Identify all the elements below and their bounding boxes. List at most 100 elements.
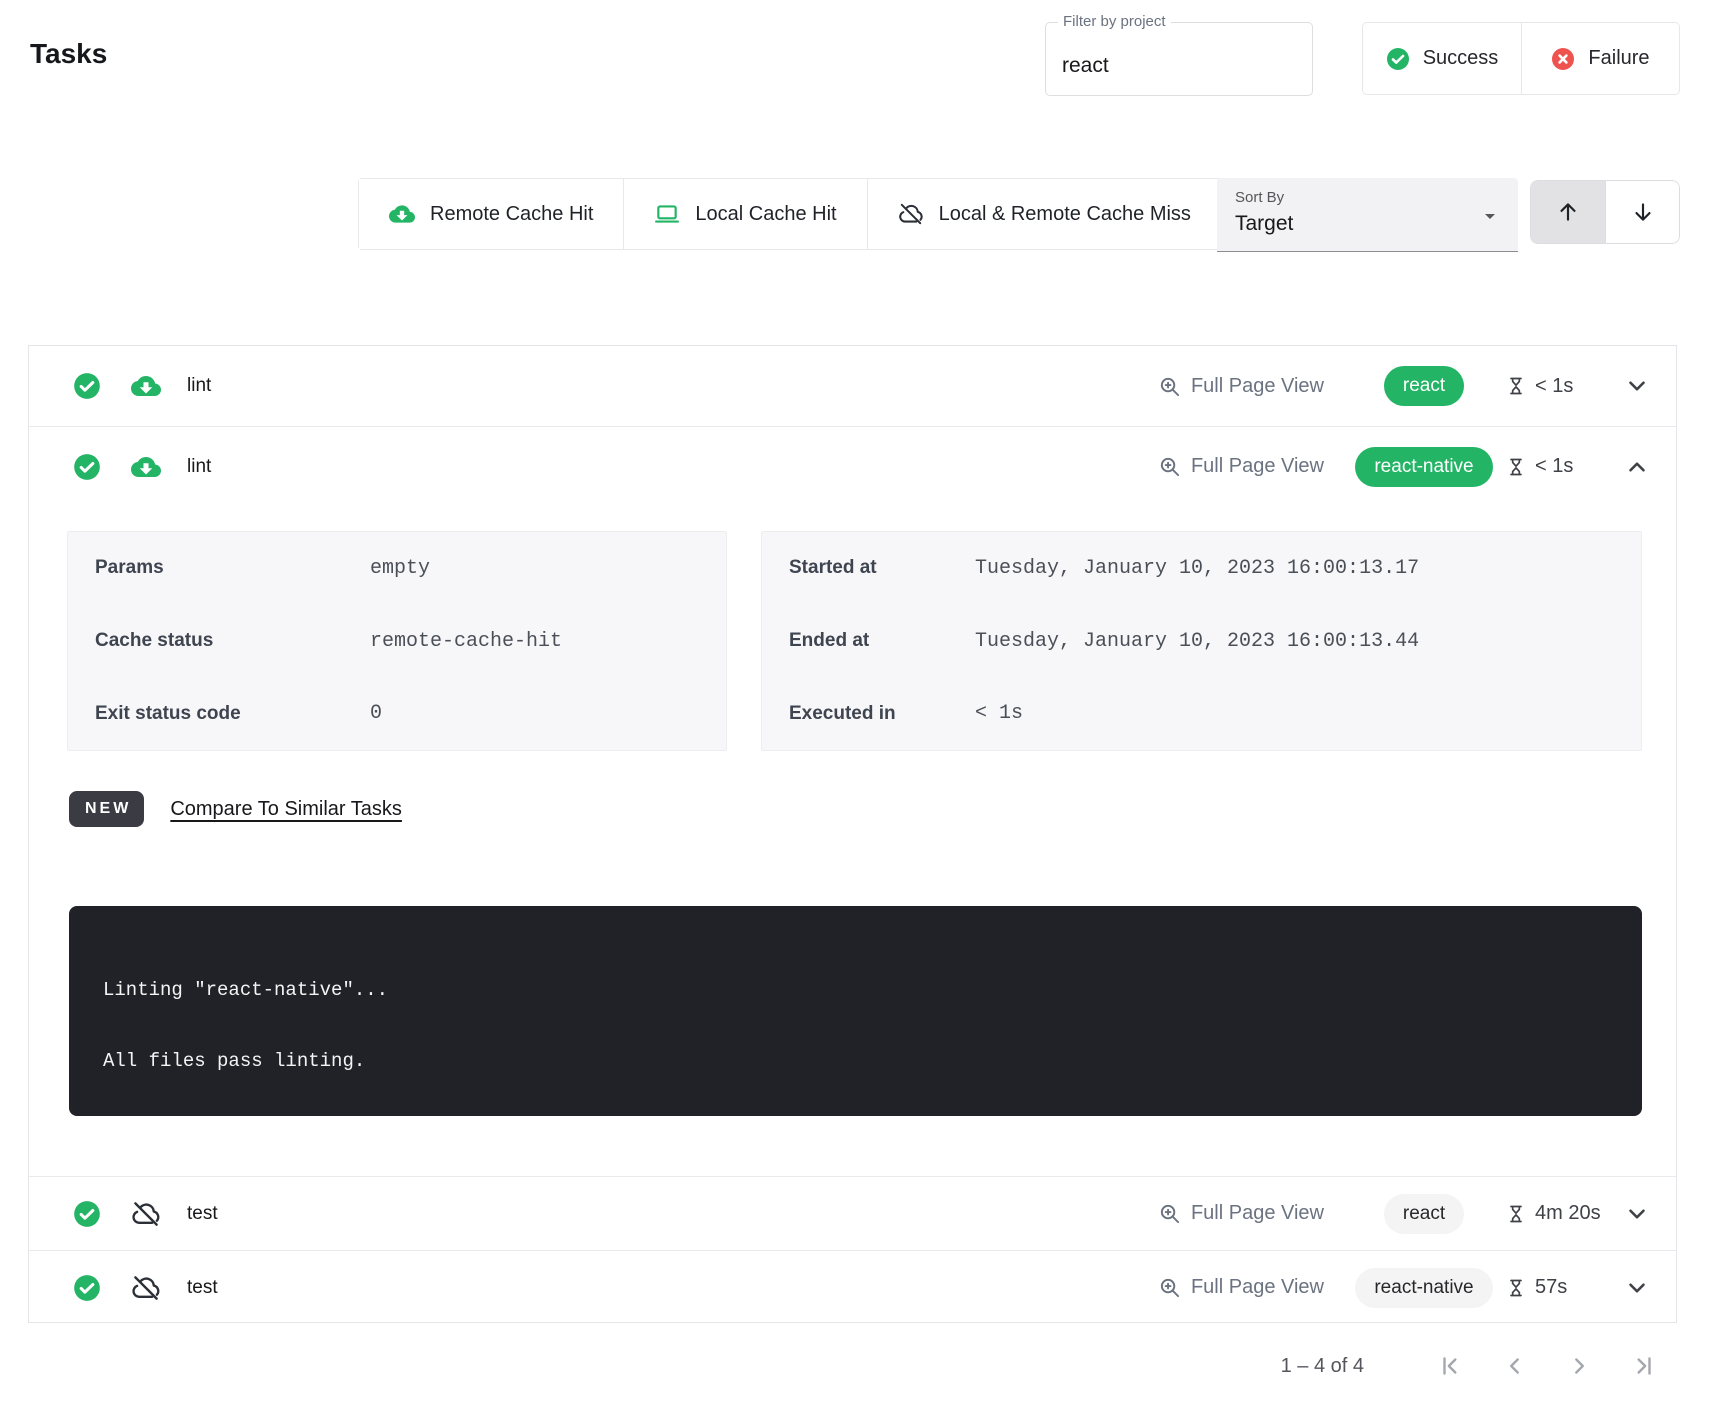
cloud-off-icon (131, 1273, 161, 1303)
sort-descending-button[interactable] (1605, 181, 1679, 243)
task-row-test-react[interactable]: test Full Page View react 4m 20s (29, 1176, 1676, 1250)
project-badge: react-native (1355, 447, 1492, 487)
cache-status-value: remote-cache-hit (370, 630, 562, 653)
project-filter-label: Filter by project (1058, 13, 1171, 30)
task-duration: < 1s (1506, 455, 1624, 478)
expand-row-button[interactable] (1624, 1275, 1650, 1301)
cache-miss-label: Local & Remote Cache Miss (939, 203, 1191, 226)
cache-miss-filter-button[interactable]: Local & Remote Cache Miss (867, 179, 1221, 249)
task-detail-panel-left: Params empty Cache status remote-cache-h… (67, 531, 727, 751)
check-circle-icon (73, 1274, 101, 1302)
full-page-view-link[interactable]: Full Page View (1158, 1276, 1324, 1299)
laptop-icon (654, 201, 680, 227)
failure-filter-label: Failure (1588, 47, 1649, 70)
cloud-download-icon (131, 452, 161, 482)
chevron-down-icon (1624, 373, 1650, 399)
caret-down-icon (1478, 204, 1502, 228)
pagination-range: 1 – 4 of 4 (1281, 1355, 1364, 1378)
task-expanded-details: Params empty Cache status remote-cache-h… (29, 506, 1676, 1176)
local-cache-hit-filter-button[interactable]: Local Cache Hit (623, 179, 866, 249)
terminal-line: Linting "react-native"... (103, 978, 1608, 1002)
project-badge-box: react (1354, 1194, 1494, 1234)
arrow-down-icon (1630, 199, 1656, 225)
expand-row-button[interactable] (1624, 1201, 1650, 1227)
cloud-off-icon (131, 1199, 161, 1229)
first-page-button[interactable] (1438, 1353, 1464, 1379)
hourglass-icon (1506, 457, 1526, 477)
full-page-view-label: Full Page View (1191, 455, 1324, 478)
exit-code-value: 0 (370, 702, 382, 725)
full-page-view-label: Full Page View (1191, 1276, 1324, 1299)
task-row-right: Full Page View react < 1s (1158, 366, 1676, 406)
exit-code-label: Exit status code (68, 703, 370, 725)
task-detail-panel-right: Started at Tuesday, January 10, 2023 16:… (761, 531, 1642, 751)
full-page-view-link[interactable]: Full Page View (1158, 375, 1324, 398)
task-duration-value: < 1s (1535, 375, 1573, 398)
first-page-icon (1438, 1353, 1464, 1379)
cloud-download-icon (389, 201, 415, 227)
failure-filter-button[interactable]: Failure (1521, 23, 1679, 94)
zoom-in-icon (1158, 375, 1181, 398)
project-badge: react-native (1355, 1268, 1492, 1308)
zoom-in-icon (1158, 1276, 1181, 1299)
params-label: Params (68, 557, 370, 579)
task-list: lint Full Page View react < 1s (28, 345, 1677, 1323)
project-badge: react (1384, 366, 1464, 406)
previous-page-button[interactable] (1502, 1353, 1528, 1379)
ended-at-value: Tuesday, January 10, 2023 16:00:13.44 (975, 630, 1419, 653)
task-row-lint-react[interactable]: lint Full Page View react < 1s (29, 346, 1676, 426)
detail-row-ended-at: Ended at Tuesday, January 10, 2023 16:00… (762, 605, 1641, 678)
x-circle-icon (1551, 47, 1575, 71)
check-circle-icon (73, 372, 101, 400)
executed-in-value: < 1s (975, 702, 1023, 725)
task-row-right: Full Page View react-native < 1s (1158, 447, 1676, 487)
task-name: lint (187, 456, 211, 478)
task-name: test (187, 1277, 218, 1299)
project-badge-box: react-native (1354, 1268, 1494, 1308)
full-page-view-label: Full Page View (1191, 1202, 1324, 1225)
project-badge-box: react (1354, 366, 1494, 406)
success-filter-button[interactable]: Success (1363, 23, 1521, 94)
remote-cache-hit-filter-button[interactable]: Remote Cache Hit (359, 179, 623, 249)
expand-row-button[interactable] (1624, 373, 1650, 399)
started-at-value: Tuesday, January 10, 2023 16:00:13.17 (975, 557, 1419, 580)
cloud-download-icon (131, 371, 161, 401)
zoom-in-icon (1158, 455, 1181, 478)
executed-in-label: Executed in (762, 703, 975, 725)
compare-to-similar-tasks-link[interactable]: Compare To Similar Tasks (170, 798, 402, 821)
sort-by-label: Sort By (1235, 189, 1284, 206)
started-at-label: Started at (762, 557, 975, 579)
project-filter-input[interactable] (1046, 23, 1312, 95)
collapse-row-button[interactable] (1624, 454, 1650, 480)
sort-ascending-button[interactable] (1531, 181, 1605, 243)
detail-row-params: Params empty (68, 532, 726, 605)
sort-by-select[interactable]: Sort By Target (1217, 178, 1518, 252)
task-row-lint-react-native[interactable]: lint Full Page View react-native < 1s (29, 426, 1676, 506)
last-page-button[interactable] (1630, 1353, 1656, 1379)
arrow-up-icon (1555, 199, 1581, 225)
task-row-left: lint (29, 371, 211, 401)
sort-direction-group (1530, 180, 1680, 244)
task-row-right: Full Page View react 4m 20s (1158, 1194, 1676, 1234)
compare-row: NEW Compare To Similar Tasks (69, 791, 402, 827)
full-page-view-link[interactable]: Full Page View (1158, 455, 1324, 478)
task-duration: 4m 20s (1506, 1202, 1624, 1225)
project-filter-field[interactable]: Filter by project (1045, 22, 1313, 96)
task-row-left: lint (29, 452, 211, 482)
chevron-down-icon (1624, 1201, 1650, 1227)
hourglass-icon (1506, 1278, 1526, 1298)
remote-cache-hit-label: Remote Cache Hit (430, 203, 593, 226)
next-page-button[interactable] (1566, 1353, 1592, 1379)
pagination: 1 – 4 of 4 (1180, 1340, 1680, 1392)
check-circle-icon (1386, 47, 1410, 71)
page-title: Tasks (30, 38, 107, 70)
check-circle-icon (73, 453, 101, 481)
detail-row-cache-status: Cache status remote-cache-hit (68, 605, 726, 678)
chevron-down-icon (1624, 1275, 1650, 1301)
task-duration-value: 4m 20s (1535, 1202, 1601, 1225)
task-duration: 57s (1506, 1276, 1624, 1299)
task-row-test-react-native[interactable]: test Full Page View react-native 57s (29, 1250, 1676, 1324)
new-badge: NEW (69, 791, 144, 827)
detail-row-exit-code: Exit status code 0 (68, 677, 726, 750)
full-page-view-link[interactable]: Full Page View (1158, 1202, 1324, 1225)
